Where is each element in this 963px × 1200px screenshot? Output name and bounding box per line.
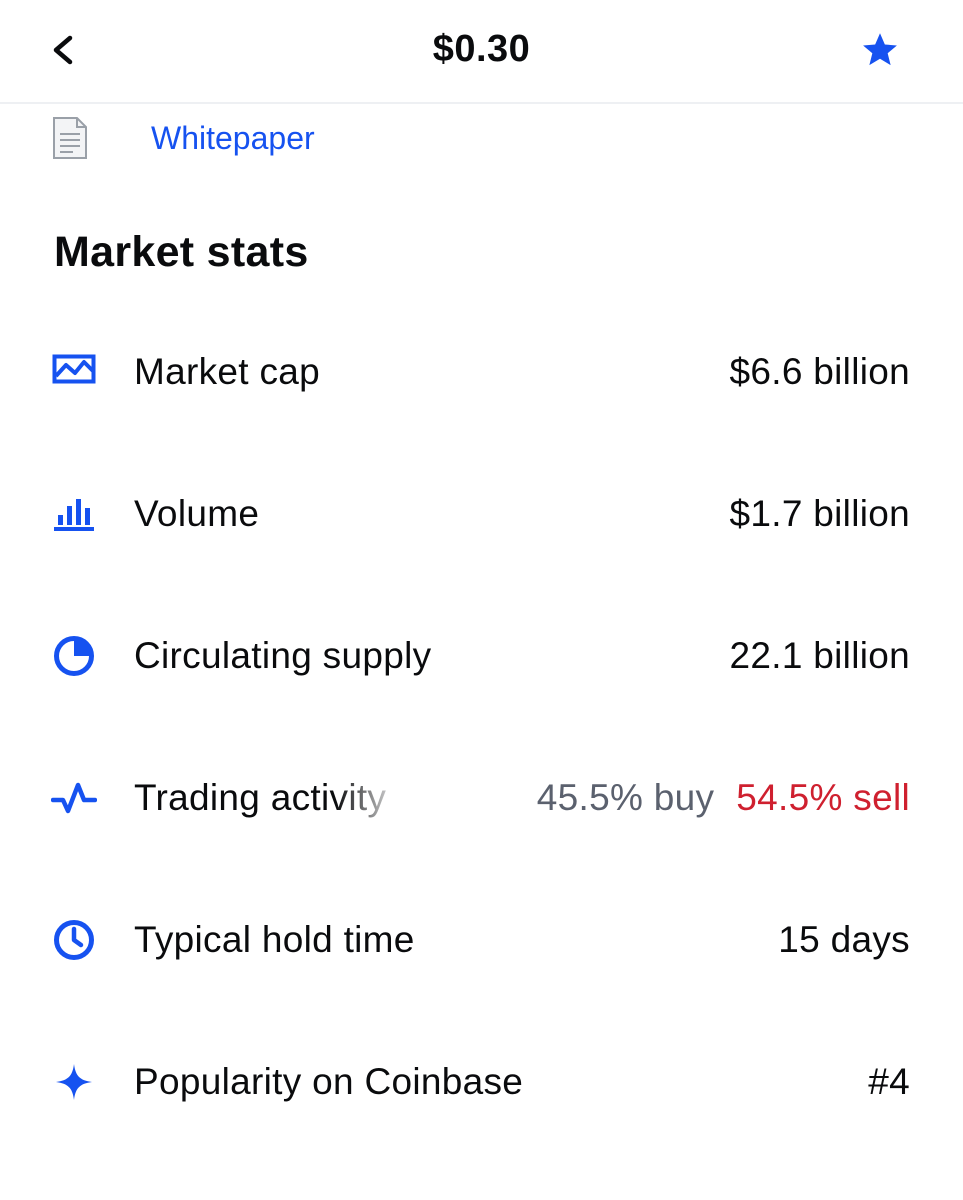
stat-row-trading-activity: Trading activity 45.5% buy 54.5% sell bbox=[48, 763, 910, 833]
stat-row-market-cap: Market cap $6.6 billion bbox=[48, 337, 910, 407]
sell-percentage: 54.5% sell bbox=[736, 777, 910, 818]
stat-label: Volume bbox=[134, 493, 260, 534]
stat-row-popularity: Popularity on Coinbase #4 bbox=[48, 1047, 910, 1117]
stat-value: $1.7 billion bbox=[729, 493, 910, 534]
area-chart-icon bbox=[48, 346, 100, 398]
stat-value: #4 bbox=[868, 1061, 910, 1102]
stat-value: 22.1 billion bbox=[729, 635, 910, 676]
sparkle-icon bbox=[48, 1056, 100, 1108]
page-title: $0.30 bbox=[432, 28, 531, 70]
bar-chart-icon bbox=[48, 488, 100, 540]
stat-label: Trading activity bbox=[134, 777, 387, 818]
market-stats-heading: Market stats bbox=[54, 228, 309, 276]
top-bar: $0.30 bbox=[0, 0, 963, 104]
stat-label: Typical hold time bbox=[134, 919, 415, 960]
star-icon bbox=[863, 33, 897, 66]
stat-label: Circulating supply bbox=[134, 635, 432, 676]
trading-activity-value: 45.5% buy 54.5% sell bbox=[537, 777, 910, 819]
stat-label: Market cap bbox=[134, 351, 321, 392]
activity-icon bbox=[48, 772, 100, 824]
stat-value: 15 days bbox=[778, 919, 910, 960]
pie-chart-icon bbox=[48, 630, 100, 682]
stat-value: $6.6 billion bbox=[729, 351, 910, 392]
stat-row-circulating-supply: Circulating supply 22.1 billion bbox=[48, 621, 910, 691]
whitepaper-row[interactable]: Whitepaper bbox=[48, 112, 315, 164]
clock-icon bbox=[48, 914, 100, 966]
stat-row-volume: Volume $1.7 billion bbox=[48, 479, 910, 549]
buy-percentage: 45.5% buy bbox=[536, 777, 715, 818]
document-icon bbox=[48, 116, 92, 160]
whitepaper-link[interactable]: Whitepaper bbox=[151, 120, 315, 157]
watchlist-star-button[interactable] bbox=[852, 22, 908, 78]
stat-label: Popularity on Coinbase bbox=[134, 1061, 524, 1102]
stat-row-typical-hold-time: Typical hold time 15 days bbox=[48, 905, 910, 975]
